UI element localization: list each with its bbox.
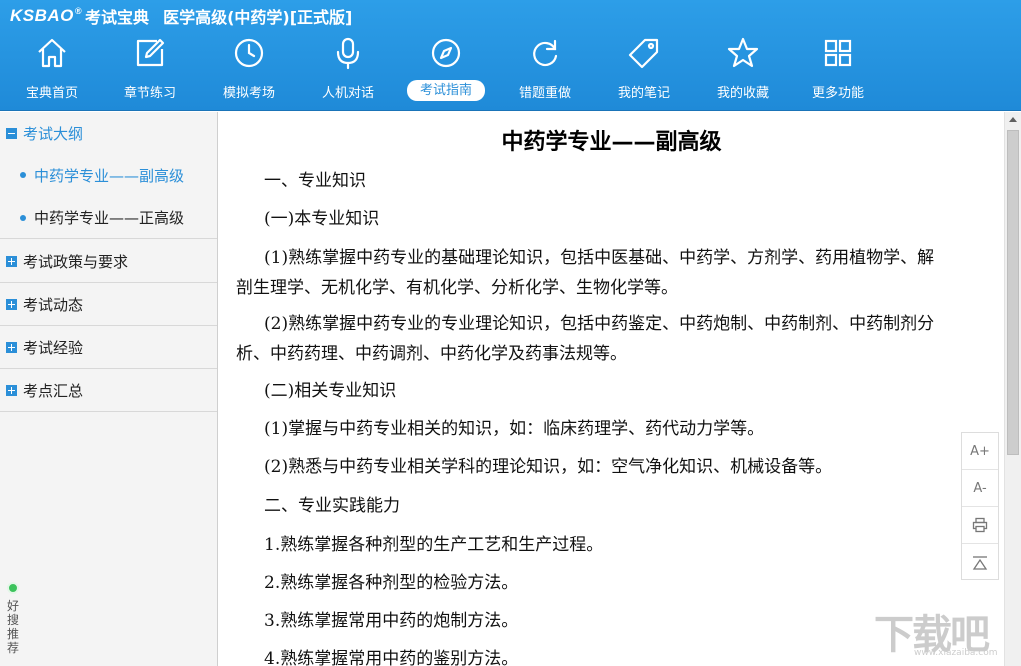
sidebar-group-label: 考试经验 — [23, 338, 84, 357]
sidebar-group-news[interactable]: 考试动态 — [0, 283, 217, 326]
back-to-top-icon — [972, 555, 988, 570]
print-button[interactable] — [962, 507, 998, 544]
nav-more[interactable]: 更多功能 — [793, 32, 883, 110]
sidebar-item-associate-senior[interactable]: 中药学专业——副高级 — [0, 154, 217, 196]
nav-label: 更多功能 — [811, 86, 864, 101]
nav-chapter-practice[interactable]: 章节练习 — [105, 32, 195, 110]
section-heading: 二、专业实践能力 — [264, 496, 400, 516]
nav-label: 人机对话 — [321, 86, 374, 101]
vertical-scrollbar[interactable] — [1004, 112, 1021, 666]
sidebar-group-label: 考试大纲 — [23, 125, 84, 143]
sidebar-item-label: 中药学专业——正高级 — [34, 209, 185, 227]
expand-icon[interactable] — [6, 298, 17, 310]
paragraph: (1)掌握与中药专业相关的知识，如：临床药理学、药代动力学等。 — [264, 419, 765, 439]
paragraph: (2)熟练掌握中药专业的专业理论知识，包括中药鉴定、中药炮制、中药制剂、中药制剂… — [236, 314, 935, 364]
nav-redo-errors[interactable]: 错题重做 — [500, 32, 590, 110]
top-header: KSBAO® 考试宝典 医学高级(中药学)[正式版] 宝典首页 章节练习 模拟考… — [0, 0, 1021, 111]
grid-icon — [824, 39, 852, 67]
recommend-char: 荐 — [6, 641, 19, 655]
sidebar: 考试大纲 中药学专业——副高级 中药学专业——正高级 考试政策与要求 考试动态 … — [0, 112, 218, 666]
sidebar-item-full-senior[interactable]: 中药学专业——正高级 — [0, 197, 217, 239]
sidebar-item-label: 中药学专业——副高级 — [34, 166, 185, 185]
collapse-icon[interactable] — [6, 128, 17, 139]
scroll-up-icon[interactable] — [1005, 112, 1021, 128]
paragraph: (1)熟练掌握中药专业的基础理论知识，包括中医基础、中药学、方剂学、药用植物学、… — [236, 248, 935, 298]
sidebar-group-label: 考试动态 — [23, 295, 84, 314]
recommend-widget[interactable]: 好 搜 推 荐 — [3, 580, 23, 666]
bullet-icon — [20, 172, 26, 178]
list-item: 4.熟练掌握常用中药的鉴别方法。 — [264, 649, 519, 666]
list-item: 2.熟练掌握各种剂型的检验方法。 — [264, 573, 519, 593]
tag-icon — [628, 38, 659, 69]
nav-favorites[interactable]: 我的收藏 — [698, 32, 788, 110]
expand-icon[interactable] — [6, 255, 17, 267]
compass-icon — [431, 38, 461, 68]
subsection-heading: (一)本专业知识 — [264, 209, 380, 229]
nav-label: 我的收藏 — [716, 86, 769, 101]
nav-label: 考试指南 — [407, 80, 485, 101]
section-heading: 一、专业知识 — [264, 171, 366, 191]
nav-notes[interactable]: 我的笔记 — [599, 32, 689, 110]
bullet-icon — [20, 214, 26, 221]
nav-exam-guide[interactable]: 考试指南 — [401, 32, 491, 110]
main-nav: 宝典首页 章节练习 模拟考场 人机对话 考试指南 错题重做 我的笔记 我的收藏 … — [0, 32, 900, 110]
nav-label: 宝典首页 — [25, 86, 78, 101]
subsection-heading: (二)相关专业知识 — [264, 381, 397, 401]
nav-label: 模拟考场 — [222, 86, 275, 101]
print-icon — [972, 517, 988, 533]
recommend-char: 好 — [6, 599, 19, 613]
nav-label: 我的笔记 — [617, 86, 670, 101]
font-increase-button[interactable]: A+ — [962, 433, 998, 470]
paragraph: (2)熟悉与中药专业相关学科的理论知识，如：空气净化知识、机械设备等。 — [264, 457, 833, 477]
sidebar-group-key-points[interactable]: 考点汇总 — [0, 369, 217, 412]
nav-dialogue[interactable]: 人机对话 — [303, 32, 393, 110]
clock-icon — [234, 38, 264, 68]
nav-label: 章节练习 — [123, 86, 176, 101]
refresh-icon — [533, 39, 558, 67]
watermark-url: www.xiazaiba.com — [914, 648, 998, 658]
scrollbar-thumb[interactable] — [1007, 130, 1019, 455]
expand-icon[interactable] — [6, 341, 17, 353]
nav-home[interactable]: 宝典首页 — [7, 32, 97, 110]
document-title: 中药学专业——副高级 — [501, 130, 722, 155]
brand-name: 考试宝典 — [85, 8, 150, 27]
status-dot-icon — [7, 582, 19, 594]
reading-tools: A+ A- — [961, 432, 999, 580]
document-view: 中药学专业——副高级 一、专业知识 (一)本专业知识 (1)熟练掌握中药专业的基… — [219, 112, 1004, 666]
sidebar-group-label: 考试政策与要求 — [23, 252, 129, 271]
sidebar-group-experience[interactable]: 考试经验 — [0, 326, 217, 369]
nav-label: 错题重做 — [518, 86, 571, 101]
nav-mock-exam[interactable]: 模拟考场 — [204, 32, 294, 110]
list-item: 3.熟练掌握常用中药的炮制方法。 — [264, 611, 519, 631]
expand-icon[interactable] — [6, 384, 17, 396]
star-icon — [727, 37, 759, 68]
home-icon — [38, 38, 66, 68]
sidebar-group-policy[interactable]: 考试政策与要求 — [0, 240, 217, 283]
app-title: 医学高级(中药学)[正式版] — [163, 8, 353, 27]
font-decrease-button[interactable]: A- — [962, 470, 998, 507]
sidebar-group-exam-outline[interactable]: 考试大纲 — [0, 112, 217, 155]
recommend-char: 推 — [6, 627, 19, 641]
title-bar: KSBAO® 考试宝典 医学高级(中药学)[正式版] — [10, 5, 352, 27]
brand-logo: KSBAO® — [10, 6, 83, 25]
recommend-char: 搜 — [6, 613, 19, 627]
edit-icon — [136, 38, 165, 67]
microphone-icon — [336, 37, 360, 70]
sidebar-group-label: 考点汇总 — [23, 381, 84, 400]
list-item: 1.熟练掌握各种剂型的生产工艺和生产过程。 — [264, 535, 604, 555]
back-to-top-button[interactable] — [962, 544, 998, 581]
watermark-logo: 下载吧 www.xiazaiba.com — [874, 598, 1014, 664]
